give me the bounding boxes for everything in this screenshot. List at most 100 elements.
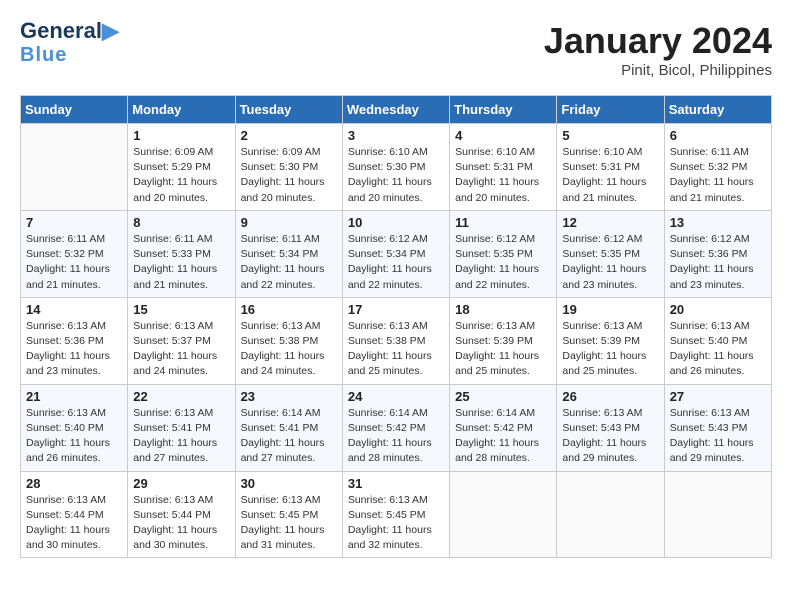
day-number: 2 [241,128,337,143]
calendar-cell: 18 Sunrise: 6:13 AMSunset: 5:39 PMDayligh… [450,297,557,384]
day-info: Sunrise: 6:12 AMSunset: 5:36 PMDaylight:… [670,232,766,293]
calendar-cell: 23 Sunrise: 6:14 AMSunset: 5:41 PMDayligh… [235,384,342,471]
calendar-cell: 19 Sunrise: 6:13 AMSunset: 5:39 PMDayligh… [557,297,664,384]
calendar-cell: 7 Sunrise: 6:11 AMSunset: 5:32 PMDaylight… [21,210,128,297]
calendar-cell: 30 Sunrise: 6:13 AMSunset: 5:45 PMDayligh… [235,471,342,558]
calendar-cell: 6 Sunrise: 6:11 AMSunset: 5:32 PMDaylight… [664,124,771,211]
day-number: 19 [562,302,658,317]
col-header-sunday: Sunday [21,96,128,124]
calendar-cell: 13 Sunrise: 6:12 AMSunset: 5:36 PMDayligh… [664,210,771,297]
day-info: Sunrise: 6:10 AMSunset: 5:30 PMDaylight:… [348,145,444,206]
day-number: 17 [348,302,444,317]
calendar-cell: 25 Sunrise: 6:14 AMSunset: 5:42 PMDayligh… [450,384,557,471]
day-number: 31 [348,476,444,491]
day-number: 30 [241,476,337,491]
calendar-title: January 2024 [544,20,772,62]
calendar-cell [664,471,771,558]
day-info: Sunrise: 6:11 AMSunset: 5:32 PMDaylight:… [670,145,766,206]
day-info: Sunrise: 6:11 AMSunset: 5:33 PMDaylight:… [133,232,229,293]
col-header-tuesday: Tuesday [235,96,342,124]
day-info: Sunrise: 6:13 AMSunset: 5:44 PMDaylight:… [133,493,229,554]
calendar-cell: 8 Sunrise: 6:11 AMSunset: 5:33 PMDaylight… [128,210,235,297]
day-number: 28 [26,476,122,491]
day-number: 10 [348,215,444,230]
day-number: 22 [133,389,229,404]
calendar-cell: 17 Sunrise: 6:13 AMSunset: 5:38 PMDayligh… [342,297,449,384]
calendar-cell: 28Sunrise: 6:13 AMSunset: 5:44 PMDayligh… [21,471,128,558]
calendar-cell: 1Sunrise: 6:09 AMSunset: 5:29 PMDaylight… [128,124,235,211]
day-number: 7 [26,215,122,230]
day-number: 26 [562,389,658,404]
calendar-cell: 16 Sunrise: 6:13 AMSunset: 5:38 PMDayligh… [235,297,342,384]
day-info: Sunrise: 6:14 AMSunset: 5:42 PMDaylight:… [455,406,551,467]
logo-text: General▶ [20,20,119,42]
title-block: January 2024 Pinit, Bicol, Philippines [544,20,772,79]
day-number: 21 [26,389,122,404]
day-number: 12 [562,215,658,230]
day-number: 5 [562,128,658,143]
col-header-friday: Friday [557,96,664,124]
calendar-cell: 15 Sunrise: 6:13 AMSunset: 5:37 PMDayligh… [128,297,235,384]
calendar-cell [557,471,664,558]
day-info: Sunrise: 6:12 AMSunset: 5:35 PMDaylight:… [562,232,658,293]
calendar-cell: 24Sunrise: 6:14 AMSunset: 5:42 PMDayligh… [342,384,449,471]
calendar-cell: 20 Sunrise: 6:13 AMSunset: 5:40 PMDayligh… [664,297,771,384]
calendar-cell: 27Sunrise: 6:13 AMSunset: 5:43 PMDayligh… [664,384,771,471]
calendar-cell: 31 Sunrise: 6:13 AMSunset: 5:45 PMDayligh… [342,471,449,558]
day-info: Sunrise: 6:13 AMSunset: 5:40 PMDaylight:… [670,319,766,380]
day-info: Sunrise: 6:13 AMSunset: 5:40 PMDaylight:… [26,406,122,467]
day-info: Sunrise: 6:13 AMSunset: 5:39 PMDaylight:… [455,319,551,380]
day-number: 3 [348,128,444,143]
day-info: Sunrise: 6:10 AMSunset: 5:31 PMDaylight:… [455,145,551,206]
day-number: 25 [455,389,551,404]
calendar-table: SundayMondayTuesdayWednesdayThursdayFrid… [20,95,772,558]
day-number: 23 [241,389,337,404]
day-info: Sunrise: 6:13 AMSunset: 5:38 PMDaylight:… [241,319,337,380]
day-info: Sunrise: 6:13 AMSunset: 5:45 PMDaylight:… [348,493,444,554]
calendar-cell: 29 Sunrise: 6:13 AMSunset: 5:44 PMDayligh… [128,471,235,558]
logo: General▶ Blue [20,20,119,67]
day-info: Sunrise: 6:14 AMSunset: 5:41 PMDaylight:… [241,406,337,467]
calendar-cell [21,124,128,211]
day-info: Sunrise: 6:13 AMSunset: 5:38 PMDaylight:… [348,319,444,380]
calendar-cell: 10 Sunrise: 6:12 AMSunset: 5:34 PMDayligh… [342,210,449,297]
day-number: 18 [455,302,551,317]
col-header-monday: Monday [128,96,235,124]
col-header-saturday: Saturday [664,96,771,124]
day-info: Sunrise: 6:13 AMSunset: 5:36 PMDaylight:… [26,319,122,380]
day-number: 16 [241,302,337,317]
day-number: 13 [670,215,766,230]
day-info: Sunrise: 6:11 AMSunset: 5:32 PMDaylight:… [26,232,122,293]
col-header-wednesday: Wednesday [342,96,449,124]
calendar-cell: 9Sunrise: 6:11 AMSunset: 5:34 PMDaylight… [235,210,342,297]
day-info: Sunrise: 6:14 AMSunset: 5:42 PMDaylight:… [348,406,444,467]
day-number: 20 [670,302,766,317]
calendar-subtitle: Pinit, Bicol, Philippines [544,62,772,79]
logo-blue: Blue [20,44,67,67]
day-number: 11 [455,215,551,230]
day-number: 29 [133,476,229,491]
day-number: 15 [133,302,229,317]
day-number: 27 [670,389,766,404]
day-number: 9 [241,215,337,230]
calendar-cell: 14 Sunrise: 6:13 AMSunset: 5:36 PMDayligh… [21,297,128,384]
day-number: 14 [26,302,122,317]
day-number: 6 [670,128,766,143]
day-info: Sunrise: 6:13 AMSunset: 5:45 PMDaylight:… [241,493,337,554]
calendar-cell [450,471,557,558]
day-info: Sunrise: 6:13 AMSunset: 5:41 PMDaylight:… [133,406,229,467]
calendar-cell: 22 Sunrise: 6:13 AMSunset: 5:41 PMDayligh… [128,384,235,471]
day-info: Sunrise: 6:13 AMSunset: 5:39 PMDaylight:… [562,319,658,380]
calendar-cell: 12 Sunrise: 6:12 AMSunset: 5:35 PMDayligh… [557,210,664,297]
calendar-cell: 5 Sunrise: 6:10 AMSunset: 5:31 PMDaylight… [557,124,664,211]
day-info: Sunrise: 6:12 AMSunset: 5:35 PMDaylight:… [455,232,551,293]
calendar-cell: 11 Sunrise: 6:12 AMSunset: 5:35 PMDayligh… [450,210,557,297]
day-info: Sunrise: 6:10 AMSunset: 5:31 PMDaylight:… [562,145,658,206]
day-number: 8 [133,215,229,230]
day-info: Sunrise: 6:09 AMSunset: 5:30 PMDaylight:… [241,145,337,206]
calendar-cell: 3 Sunrise: 6:10 AMSunset: 5:30 PMDaylight… [342,124,449,211]
day-info: Sunrise: 6:13 AMSunset: 5:37 PMDaylight:… [133,319,229,380]
col-header-thursday: Thursday [450,96,557,124]
day-info: Sunrise: 6:12 AMSunset: 5:34 PMDaylight:… [348,232,444,293]
page-header: General▶ Blue January 2024 Pinit, Bicol,… [20,20,772,79]
